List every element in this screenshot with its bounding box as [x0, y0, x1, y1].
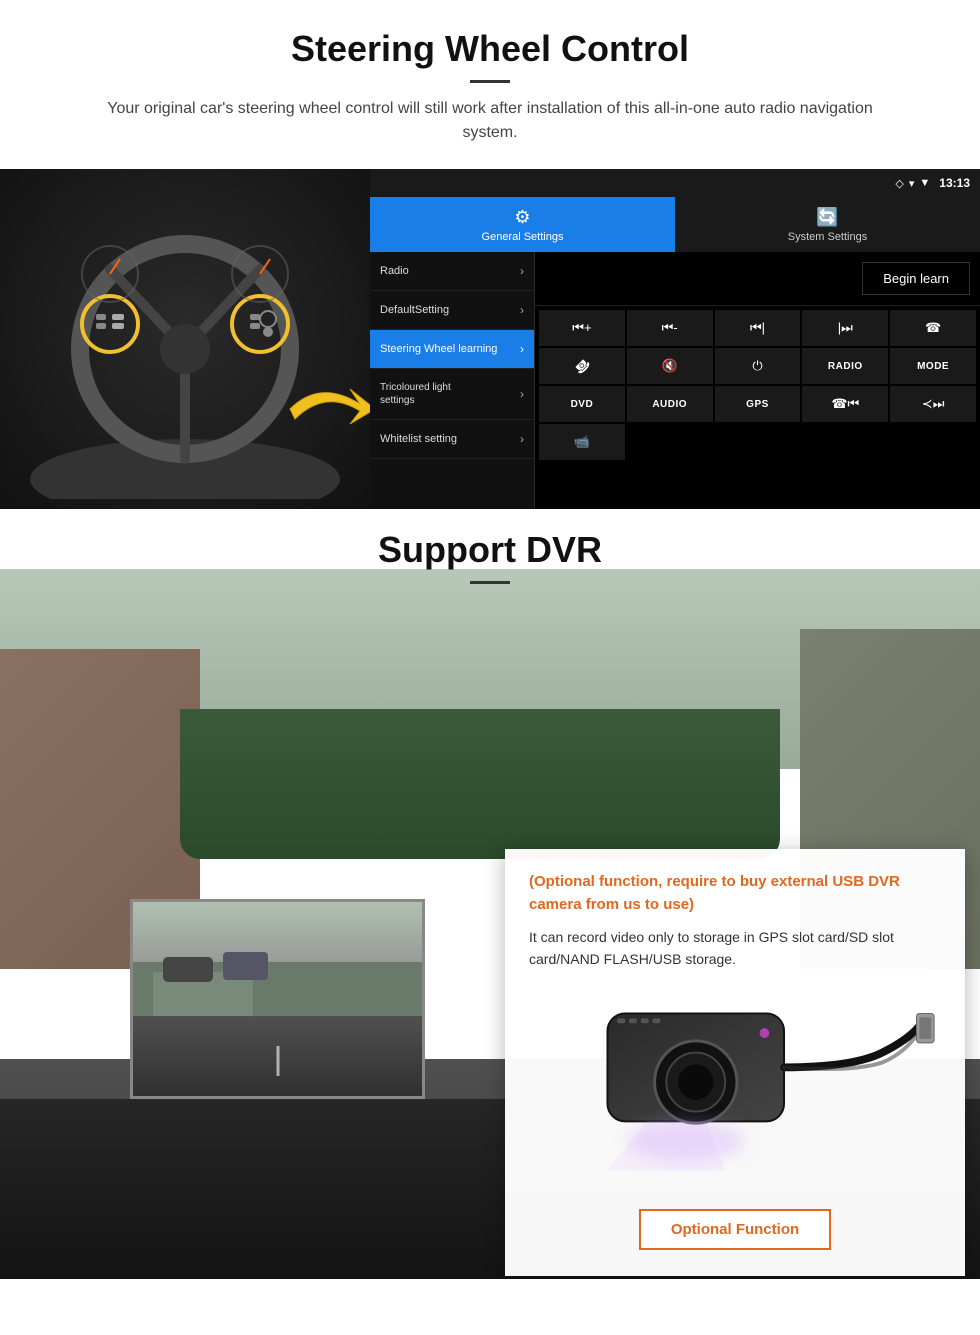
- chevron-right-icon: ›: [520, 387, 524, 401]
- system-settings-icon: 🔄: [816, 207, 838, 228]
- dvr-title-divider: [470, 581, 510, 584]
- begin-learn-row: Begin learn: [535, 252, 980, 306]
- ctrl-audio[interactable]: AUDIO: [627, 386, 713, 422]
- tab-general-label: General Settings: [482, 231, 564, 243]
- chevron-right-icon-active: ›: [520, 342, 524, 356]
- chevron-right-icon: ›: [520, 432, 524, 446]
- dvr-description: It can record video only to storage in G…: [529, 926, 941, 971]
- android-menu: Radio › DefaultSetting › Steering Wheel …: [370, 252, 535, 509]
- ctrl-mute[interactable]: 🔇: [627, 348, 713, 384]
- ctrl-dvr[interactable]: 📹: [539, 424, 625, 460]
- signal-bars: ▼: [919, 177, 930, 189]
- ctrl-vol-down[interactable]: ⏮-: [627, 310, 713, 346]
- menu-radio-label: Radio: [380, 265, 409, 277]
- ctrl-phone-prev[interactable]: ☎⏮: [802, 386, 888, 422]
- menu-whitelist-label: Whitelist setting: [380, 433, 457, 445]
- section1-header: Steering Wheel Control Your original car…: [0, 0, 980, 169]
- chevron-right-icon: ›: [520, 264, 524, 278]
- section1-subtitle: Your original car's steering wheel contr…: [80, 97, 900, 145]
- dvr-camera-svg: [529, 992, 941, 1182]
- steering-wheel-section: Steering Wheel Control Your original car…: [0, 0, 980, 509]
- dvr-info-card: (Optional function, require to buy exter…: [505, 849, 965, 1276]
- ctrl-dvd[interactable]: DVD: [539, 386, 625, 422]
- title-divider: [470, 80, 510, 83]
- tab-general-settings[interactable]: ⚙ General Settings: [370, 197, 675, 252]
- menu-item-radio[interactable]: Radio ›: [370, 252, 534, 291]
- android-statusbar: ◇ ▾ ▼ 13:13: [370, 169, 980, 197]
- chevron-right-icon: ›: [520, 303, 524, 317]
- wifi-icon: ▾: [909, 177, 915, 190]
- statusbar-icons: ◇ ▾ ▼ 13:13: [895, 176, 970, 190]
- ctrl-mode[interactable]: MODE: [890, 348, 976, 384]
- steering-feature-area: ◇ ▾ ▼ 13:13 ⚙ General Settings 🔄 System …: [0, 169, 980, 509]
- ctrl-next-track[interactable]: |⏭: [802, 310, 888, 346]
- ctrl-prev-track[interactable]: ⏮|: [715, 310, 801, 346]
- dvr-section-header: Support DVR: [0, 509, 980, 618]
- menu-steering-label: Steering Wheel learning: [380, 343, 497, 355]
- section1-title: Steering Wheel Control: [20, 28, 960, 70]
- dvr-camera-illustration: [529, 987, 941, 1187]
- android-tabs: ⚙ General Settings 🔄 System Settings: [370, 197, 980, 252]
- optional-function-button[interactable]: Optional Function: [639, 1209, 831, 1250]
- android-content: Radio › DefaultSetting › Steering Wheel …: [370, 252, 980, 509]
- optional-function-container: Optional Function: [529, 1203, 941, 1250]
- dvr-title: Support DVR: [20, 529, 960, 571]
- tab-system-label: System Settings: [788, 231, 867, 243]
- settings-gear-icon: ⚙: [514, 207, 530, 228]
- location-icon: ◇: [895, 177, 903, 190]
- menu-item-tricolour[interactable]: Tricoloured lightsettings ›: [370, 369, 534, 420]
- android-panel: ◇ ▾ ▼ 13:13 ⚙ General Settings 🔄 System …: [370, 169, 980, 509]
- ctrl-hang-up[interactable]: ☎: [539, 348, 625, 384]
- menu-item-whitelist[interactable]: Whitelist setting ›: [370, 420, 534, 459]
- android-main-area: Begin learn ⏮+ ⏮- ⏮| |⏭ ☎ ☎ 🔇 ⏻: [535, 252, 980, 509]
- begin-learn-button[interactable]: Begin learn: [862, 262, 970, 295]
- ctrl-phone[interactable]: ☎: [890, 310, 976, 346]
- dvr-icon: 📹: [574, 434, 590, 450]
- control-buttons-grid: ⏮+ ⏮- ⏮| |⏭ ☎ ☎ 🔇 ⏻ RADIO MODE DVD AUDIO: [535, 306, 980, 464]
- menu-tricolour-label: Tricoloured lightsettings: [380, 381, 451, 407]
- tab-system-settings[interactable]: 🔄 System Settings: [675, 197, 980, 252]
- ctrl-radio[interactable]: RADIO: [802, 348, 888, 384]
- statusbar-time: 13:13: [939, 176, 970, 190]
- menu-item-default[interactable]: DefaultSetting ›: [370, 291, 534, 330]
- steering-wheel-image: [0, 169, 370, 509]
- ctrl-power[interactable]: ⏻: [715, 348, 801, 384]
- dvr-preview-thumbnail: [130, 899, 425, 1099]
- ctrl-vol-up[interactable]: ⏮+: [539, 310, 625, 346]
- ctrl-skip-next[interactable]: ≺⏭: [890, 386, 976, 422]
- menu-item-steering[interactable]: Steering Wheel learning ›: [370, 330, 534, 369]
- dvr-section: Support DVR (Optional function, require …: [0, 509, 980, 1279]
- menu-default-label: DefaultSetting: [380, 304, 449, 316]
- dvr-optional-text: (Optional function, require to buy exter…: [529, 871, 941, 916]
- ctrl-gps[interactable]: GPS: [715, 386, 801, 422]
- yellow-arrow-icon: [280, 369, 370, 449]
